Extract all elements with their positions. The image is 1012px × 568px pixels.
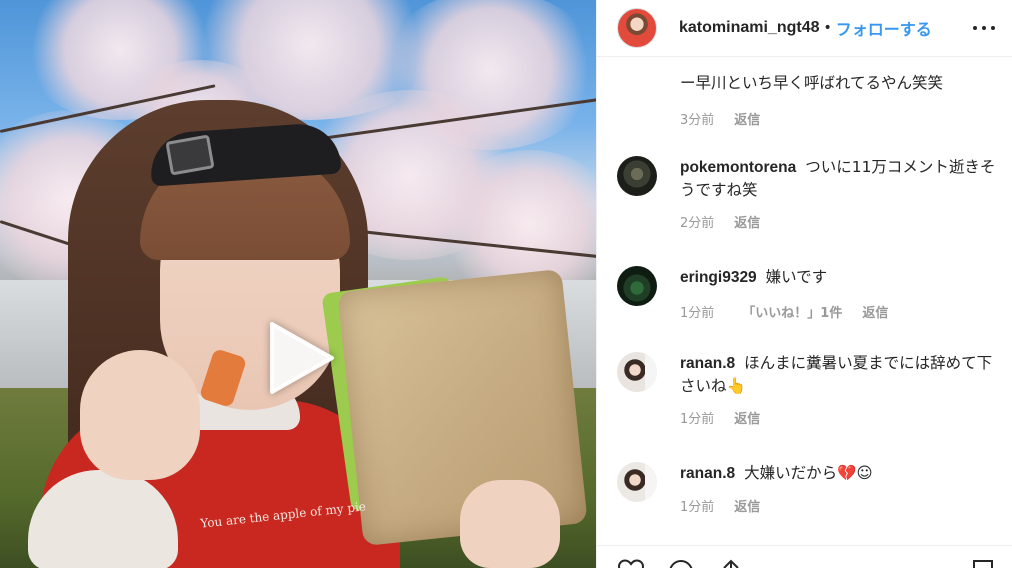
- avatar[interactable]: [617, 352, 657, 392]
- more-dot: [982, 26, 986, 30]
- bookmark-icon[interactable]: [969, 558, 997, 568]
- comment-time[interactable]: 3分前: [680, 109, 714, 128]
- comment-username[interactable]: eringi9329: [680, 269, 757, 286]
- share-icon-shape: [723, 559, 739, 568]
- reply-button[interactable]: 返信: [734, 212, 760, 231]
- header-username[interactable]: katominami_ngt48: [679, 19, 819, 37]
- heart-icon[interactable]: [617, 558, 645, 568]
- post-action-bar: [597, 545, 1012, 568]
- post-side-panel: katominami_ngt48 • フォローする ー早川といち早く呼ばれてるや…: [596, 0, 1012, 568]
- bookmark-icon-shape: [973, 560, 993, 568]
- post-media[interactable]: You are the apple of my pie: [0, 0, 596, 568]
- reply-button[interactable]: 返信: [734, 496, 760, 515]
- comment-username[interactable]: ranan.8: [680, 355, 735, 372]
- comment-meta: 1分前 返信: [680, 496, 997, 515]
- comment-time[interactable]: 1分前: [680, 302, 714, 321]
- comment-item: ranan.8 大嫌いだから💔☺ 1分前 返信: [617, 462, 997, 515]
- reply-button[interactable]: 返信: [734, 109, 760, 128]
- comment-text: ー早川といち早く呼ばれてるやん笑笑: [680, 74, 944, 92]
- comment-item: ー早川といち早く呼ばれてるやん笑笑 3分前 返信: [617, 72, 997, 128]
- avatar[interactable]: [617, 156, 657, 196]
- avatar[interactable]: [617, 462, 657, 502]
- avatar[interactable]: [617, 266, 657, 306]
- avatar[interactable]: [617, 8, 657, 48]
- comment-time[interactable]: 1分前: [680, 408, 714, 427]
- comments-list[interactable]: ー早川といち早く呼ばれてるやん笑笑 3分前 返信 pokemontorena つ…: [597, 58, 1012, 538]
- comment-time[interactable]: 1分前: [680, 496, 714, 515]
- comment-text-wrap: ranan.8 ほんまに糞暑い夏までには辞めて下さいね👆: [680, 352, 997, 397]
- reply-button[interactable]: 返信: [862, 302, 888, 321]
- comment-meta: 2分前 返信: [680, 212, 997, 231]
- post-header: katominami_ngt48 • フォローする: [597, 0, 1012, 57]
- play-icon-shape: [270, 322, 334, 394]
- follow-button[interactable]: フォローする: [836, 16, 932, 40]
- comment-item: ranan.8 ほんまに糞暑い夏までには辞めて下さいね👆 1分前 返信: [617, 352, 997, 427]
- share-icon[interactable]: [717, 558, 745, 568]
- comment-meta: 3分前 返信: [680, 109, 997, 128]
- comment-text-wrap: ranan.8 大嫌いだから💔☺: [680, 462, 997, 485]
- comment-time[interactable]: 2分前: [680, 212, 714, 231]
- heart-icon-shape: [617, 559, 645, 568]
- comment-likes-count[interactable]: 「いいね！」1件: [742, 302, 842, 321]
- more-dot: [973, 26, 977, 30]
- more-dot: [991, 26, 995, 30]
- comment-text-wrap: eringi9329 嫌いです: [680, 266, 997, 289]
- comment-meta: 1分前 「いいね！」1件 返信: [680, 302, 997, 321]
- comment-username[interactable]: pokemontorena: [680, 159, 796, 176]
- comment-icon[interactable]: [667, 558, 695, 568]
- reply-button[interactable]: 返信: [734, 408, 760, 427]
- comment-item: eringi9329 嫌いです 1分前 「いいね！」1件 返信: [617, 266, 997, 321]
- person-hand: [80, 350, 200, 480]
- person-hand-holding-bag: [460, 480, 560, 568]
- comment-username[interactable]: ranan.8: [680, 465, 735, 482]
- comment-text-wrap: ー早川といち早く呼ばれてるやん笑笑: [680, 72, 997, 94]
- comment-text-wrap: pokemontorena ついに11万コメント逝きそうですね笑: [680, 156, 997, 201]
- comment-meta: 1分前 返信: [680, 408, 997, 427]
- comment-text: 嫌いです: [765, 268, 828, 286]
- comment-icon-shape: [669, 560, 693, 568]
- more-icon[interactable]: [973, 18, 995, 38]
- comment-text: 大嫌いだから💔☺: [744, 464, 873, 482]
- header-separator: •: [823, 20, 832, 36]
- comment-item: pokemontorena ついに11万コメント逝きそうですね笑 2分前 返信: [617, 156, 997, 231]
- play-icon[interactable]: [258, 318, 338, 398]
